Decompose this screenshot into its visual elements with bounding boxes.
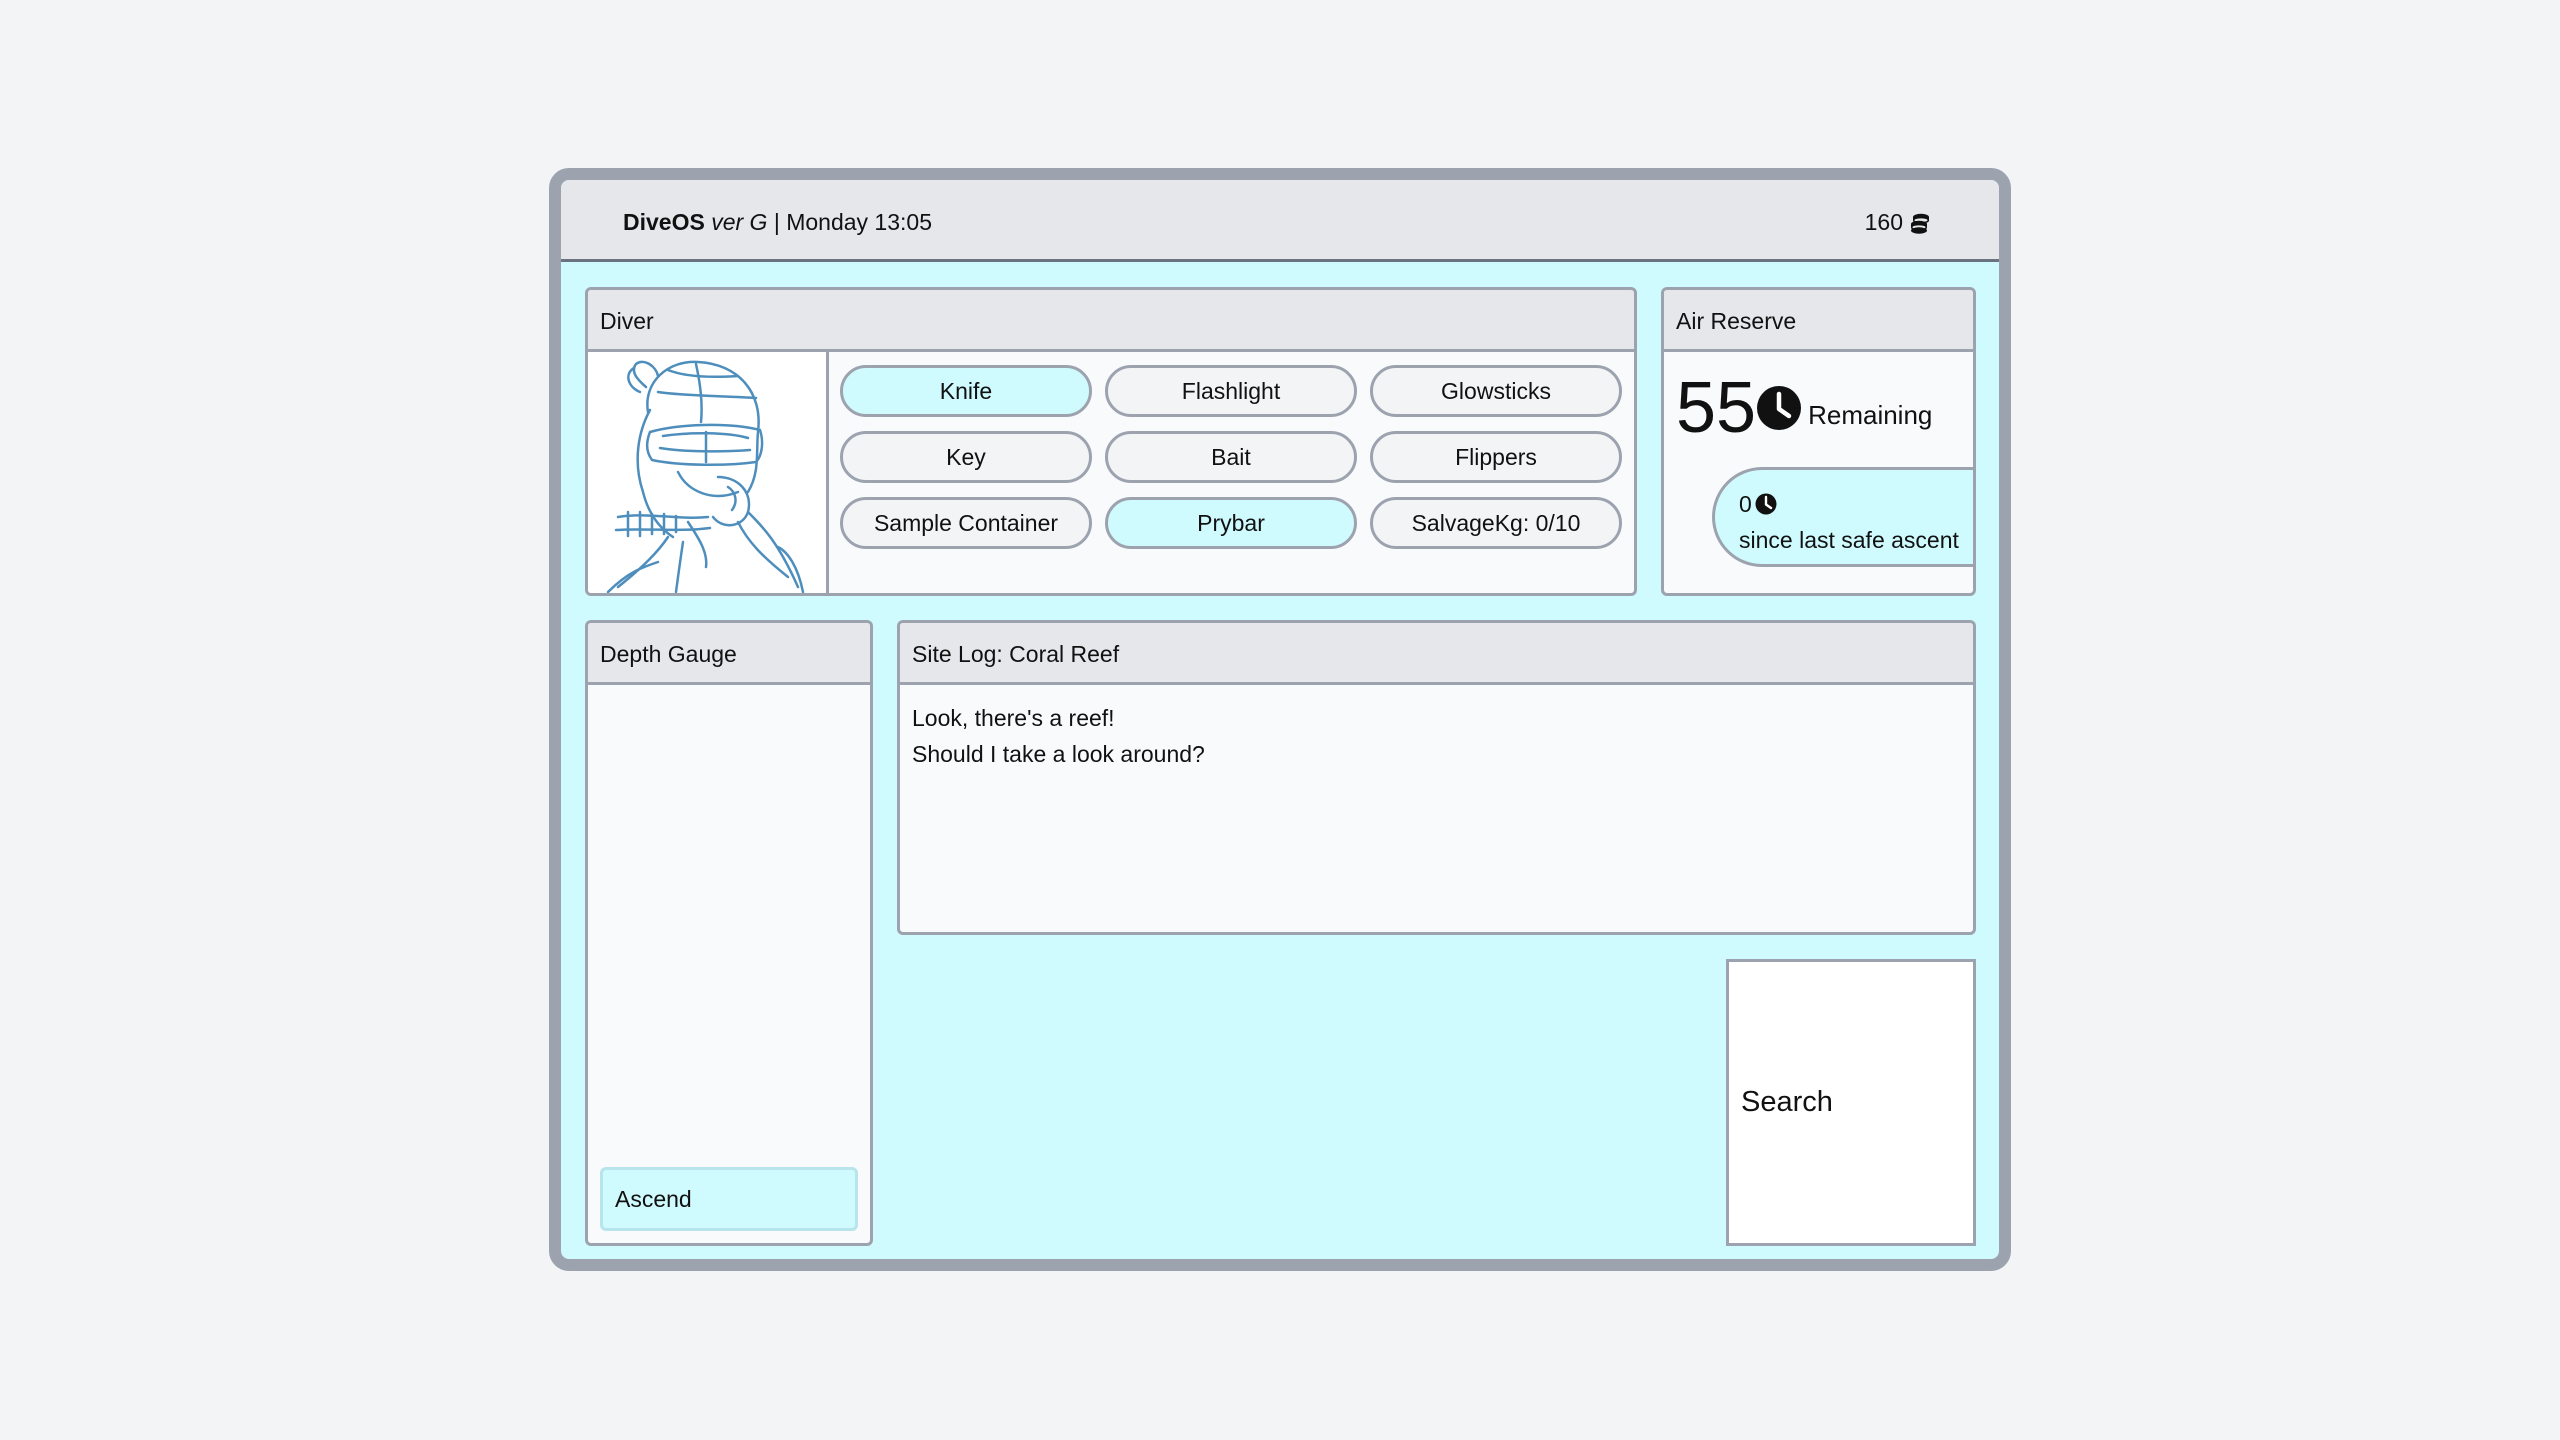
air-remaining-value: 55 (1676, 368, 1757, 448)
diver-sketch-icon (588, 352, 829, 593)
item-sample-container-button[interactable]: Sample Container (840, 497, 1092, 549)
air-reserve-panel: Air Reserve 55 Remaining 0 since last sa… (1661, 287, 1976, 596)
item-prybar-button[interactable]: Prybar (1105, 497, 1357, 549)
item-flippers-button[interactable]: Flippers (1370, 431, 1622, 483)
site-log-title: Site Log: Coral Reef (900, 623, 1973, 685)
air-remaining: 55 Remaining (1676, 372, 1932, 444)
game-window: DiveOS ver G | Monday 13:05 160 Diver Kn… (549, 168, 2011, 1271)
air-remaining-label: Remaining (1808, 399, 1933, 430)
search-button[interactable]: Search (1726, 959, 1976, 1246)
since-value: 0 (1739, 491, 1752, 517)
since-safe-ascent: 0 since last safe ascent (1712, 467, 1973, 567)
top-bar: DiveOS ver G | Monday 13:05 160 (561, 180, 1999, 262)
coins-stack-icon (1909, 212, 1931, 234)
since-label: since last safe ascent (1739, 527, 1959, 553)
search-label: Search (1741, 1086, 1833, 1118)
site-log-panel: Site Log: Coral Reef Look, there's a ree… (897, 620, 1976, 935)
site-log-body: Look, there's a reef! Should I take a lo… (900, 685, 1973, 787)
app-title: DiveOS ver G | Monday 13:05 (623, 209, 932, 236)
clock-icon (1756, 385, 1802, 431)
log-line: Should I take a look around? (912, 741, 1205, 767)
air-reserve-title: Air Reserve (1664, 290, 1973, 352)
depth-gauge-title: Depth Gauge (588, 623, 870, 685)
item-knife-button[interactable]: Knife (840, 365, 1092, 417)
coin-count: 160 (1864, 209, 1903, 235)
ascend-button[interactable]: Ascend (600, 1167, 858, 1231)
item-bait-button[interactable]: Bait (1105, 431, 1357, 483)
diver-panel-title: Diver (588, 290, 1634, 352)
os-version: ver G (711, 209, 768, 235)
date-time: | Monday 13:05 (773, 209, 932, 235)
depth-gauge-panel: Depth Gauge Ascend (585, 620, 873, 1246)
coin-counter: 160 (1865, 209, 1931, 236)
os-name: DiveOS (623, 209, 705, 235)
clock-icon (1755, 493, 1777, 515)
inventory-buttons: Knife Flashlight Glowsticks Key Bait Fli… (840, 365, 1622, 549)
salvage-kg-button[interactable]: SalvageKg: 0/10 (1370, 497, 1622, 549)
log-line: Look, there's a reef! (912, 705, 1115, 731)
diver-panel: Diver Knife Flashlight Glowsticks Key Ba… (585, 287, 1637, 596)
item-glowsticks-button[interactable]: Glowsticks (1370, 365, 1622, 417)
item-flashlight-button[interactable]: Flashlight (1105, 365, 1357, 417)
item-key-button[interactable]: Key (840, 431, 1092, 483)
